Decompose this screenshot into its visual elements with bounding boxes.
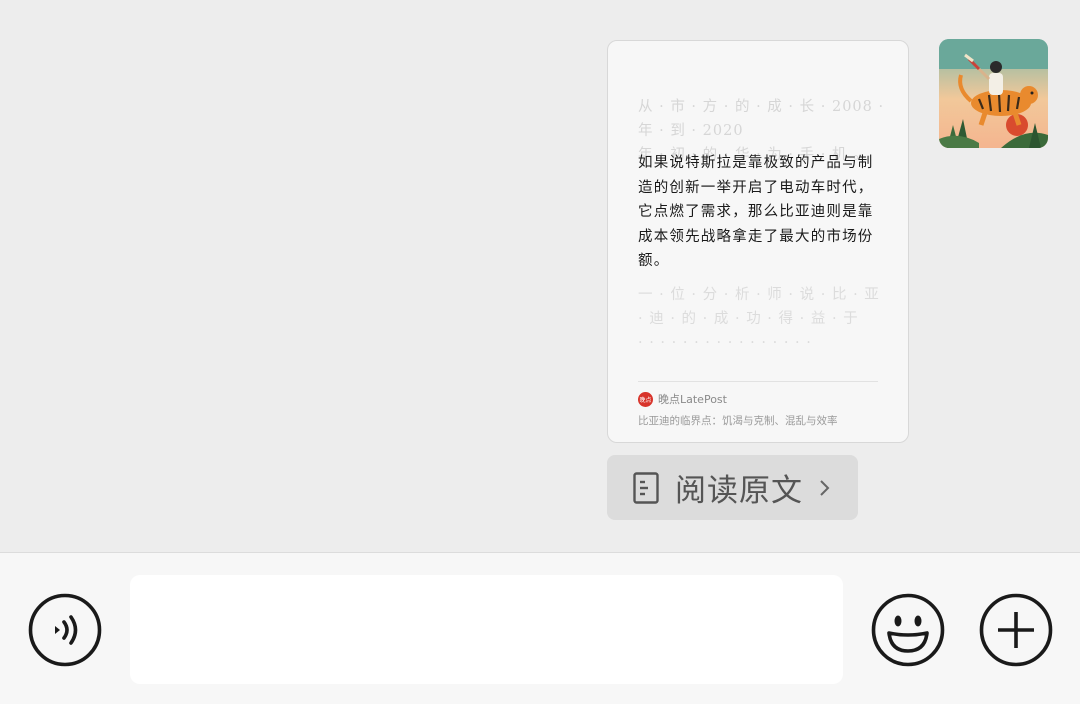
read-original-label: 阅读原文 (675, 473, 803, 509)
message-input[interactable] (130, 575, 843, 684)
avatar-illustration (939, 39, 1048, 148)
read-original-button[interactable]: 阅读原文 (607, 455, 858, 520)
plus-icon[interactable] (979, 593, 1053, 667)
card-quote: 如果说特斯拉是靠极致的产品与制造的创新一举开启了电动车时代，它点燃了需求，那么比… (638, 155, 874, 269)
document-icon (633, 471, 659, 504)
card-source: 晚点 晚点LatePost (638, 391, 727, 407)
source-name: 晚点LatePost (658, 393, 727, 406)
input-bar (0, 552, 1080, 704)
card-divider (638, 381, 878, 382)
source-logo: 晚点 (638, 391, 653, 407)
card-faded-text-bottom: 一 · 位 · 分 · 析 · 师 · 说 · 比 · 亚 · 迪 · 的 · … (638, 287, 880, 351)
voice-icon[interactable] (28, 593, 102, 667)
emoji-icon[interactable] (871, 593, 945, 667)
avatar[interactable] (939, 39, 1048, 148)
article-card[interactable]: 从 · 市 · 方 · 的 · 成 · 长 · 2008 · 年 · 到 · 2… (607, 40, 909, 443)
chevron-right-icon (820, 479, 830, 496)
article-title: 比亚迪的临界点：饥渴与克制、混乱与效率 (638, 415, 838, 427)
chat-area: 从 · 市 · 方 · 的 · 成 · 长 · 2008 · 年 · 到 · 2… (0, 0, 1080, 552)
